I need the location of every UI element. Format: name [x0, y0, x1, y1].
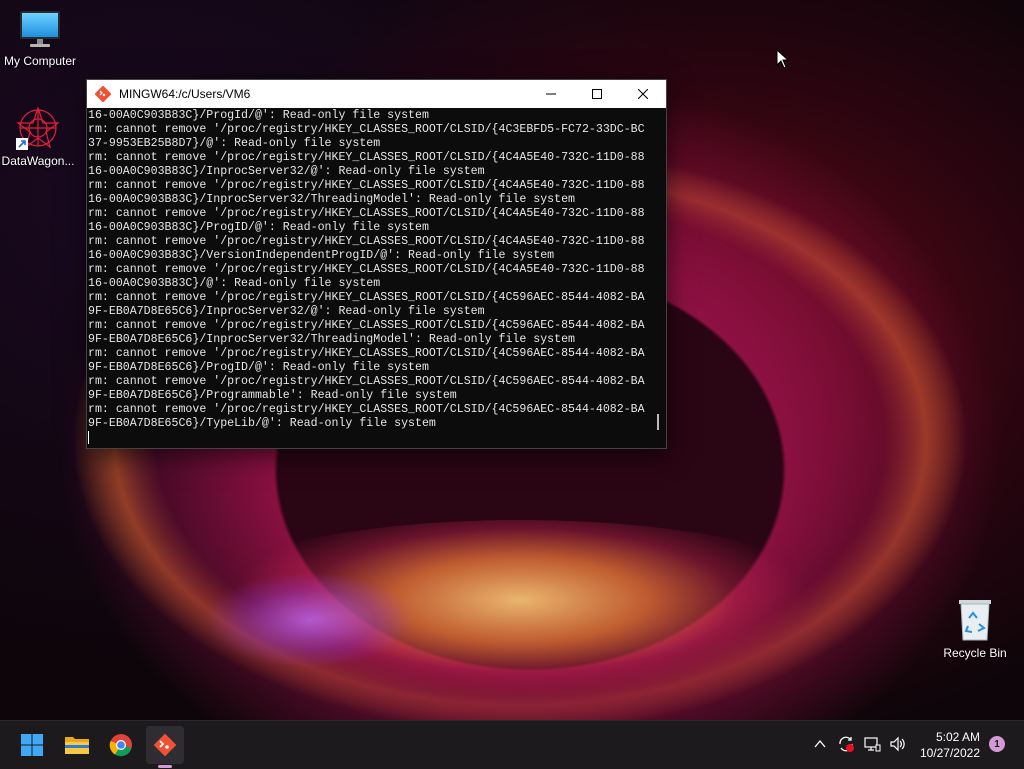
sync-error-icon[interactable] — [837, 735, 855, 753]
terminal-line: 16-00A0C903B83C}/ProgID/@': Read-only fi… — [88, 221, 429, 234]
folder-icon — [65, 737, 89, 754]
notification-badge[interactable]: 1 — [989, 736, 1005, 752]
terminal-scrollbar[interactable] — [657, 414, 659, 430]
close-icon — [638, 89, 648, 99]
terminal-line: 16-00A0C903B83C}/InprocServer32/Threadin… — [88, 193, 576, 206]
datawagon-shortcut-icon — [16, 106, 60, 150]
terminal-line: 37-9953EB25B8D7}/@': Read-only file syst… — [88, 137, 381, 150]
terminal-line: rm: cannot remove '/proc/registry/HKEY_C… — [88, 291, 645, 304]
start-button[interactable] — [13, 726, 51, 764]
terminal-line: 9F-EB0A7D8E65C6}/TypeLib/@': Read-only f… — [88, 417, 436, 430]
terminal-line: rm: cannot remove '/proc/registry/HKEY_C… — [88, 403, 645, 416]
maximize-icon — [592, 89, 602, 99]
terminal-line: rm: cannot remove '/proc/registry/HKEY_C… — [88, 319, 645, 332]
terminal-line: rm: cannot remove '/proc/registry/HKEY_C… — [88, 347, 645, 360]
terminal-line: rm: cannot remove '/proc/registry/HKEY_C… — [88, 235, 645, 248]
terminal-line: rm: cannot remove '/proc/registry/HKEY_C… — [88, 179, 645, 192]
terminal-line: 9F-EB0A7D8E65C6}/InprocServer32/@': Read… — [88, 305, 485, 318]
terminal-line: rm: cannot remove '/proc/registry/HKEY_C… — [88, 263, 645, 276]
window-title: MINGW64:/c/Users/VM6 — [119, 87, 251, 101]
git-bash-icon — [153, 733, 177, 757]
terminal-output[interactable]: 16-00A0C903B83C}/ProgId/@': Read-only fi… — [87, 109, 652, 448]
terminal-line: rm: cannot remove '/proc/registry/HKEY_C… — [88, 123, 645, 136]
chrome-button[interactable] — [102, 726, 140, 764]
terminal-line: 9F-EB0A7D8E65C6}/Programmable': Read-onl… — [88, 389, 457, 402]
text-cursor — [88, 431, 89, 444]
desktop-icon-recycle-bin[interactable]: Recycle Bin — [935, 596, 1015, 660]
windows-logo-icon — [21, 734, 43, 756]
terminal-line: 16-00A0C903B83C}/VersionIndependentProgI… — [88, 249, 555, 262]
chrome-icon — [109, 734, 132, 757]
minimize-icon — [546, 93, 556, 95]
desktop-icon-label: My Computer — [3, 54, 77, 68]
terminal-line: 16-00A0C903B83C}/ProgId/@': Read-only fi… — [88, 109, 429, 122]
minimize-button[interactable] — [528, 80, 574, 108]
close-button[interactable] — [620, 80, 666, 108]
chevron-up-icon[interactable] — [813, 737, 827, 751]
taskbar: 5:02 AM 10/27/2022 1 — [0, 720, 1024, 769]
terminal-prompt-line[interactable] — [88, 431, 652, 445]
desktop-icon-label: Recycle Bin — [943, 646, 1007, 660]
terminal-line: 9F-EB0A7D8E65C6}/InprocServer32/Threadin… — [88, 333, 576, 346]
clock-date: 10/27/2022 — [919, 746, 980, 760]
clock-time: 5:02 AM — [935, 730, 980, 744]
wallpaper-glow-purple — [180, 540, 440, 700]
clock[interactable]: 5:02 AM 10/27/2022 — [920, 729, 980, 761]
git-bash-taskbar-button[interactable] — [146, 726, 184, 764]
desktop-icon-my-computer[interactable]: My Computer — [0, 8, 80, 68]
recycle-bin-icon — [959, 600, 991, 641]
system-tray — [813, 735, 907, 753]
monitor-icon — [20, 11, 60, 47]
desktop-icon-label: DataWagon... — [1, 154, 75, 168]
window-titlebar[interactable]: MINGW64:/c/Users/VM6 — [87, 80, 666, 108]
mouse-cursor-icon — [776, 49, 790, 69]
terminal-line: 16-00A0C903B83C}/@': Read-only file syst… — [88, 277, 381, 290]
terminal-line: rm: cannot remove '/proc/registry/HKEY_C… — [88, 375, 645, 388]
terminal-line: 16-00A0C903B83C}/InprocServer32/@': Read… — [88, 165, 485, 178]
terminal-line: 9F-EB0A7D8E65C6}/ProgID/@': Read-only fi… — [88, 361, 429, 374]
maximize-button[interactable] — [574, 80, 620, 108]
volume-icon[interactable] — [889, 735, 907, 753]
git-bash-window[interactable]: MINGW64:/c/Users/VM6 16-00A0C903B83C}/Pr… — [86, 79, 667, 449]
git-bash-icon — [95, 86, 111, 102]
terminal-line: rm: cannot remove '/proc/registry/HKEY_C… — [88, 151, 645, 164]
network-icon[interactable] — [863, 735, 881, 753]
desktop-icon-datawagon[interactable]: DataWagon... — [0, 104, 78, 168]
window-controls — [528, 80, 666, 108]
file-explorer-button[interactable] — [58, 726, 96, 764]
terminal-line: rm: cannot remove '/proc/registry/HKEY_C… — [88, 207, 645, 220]
